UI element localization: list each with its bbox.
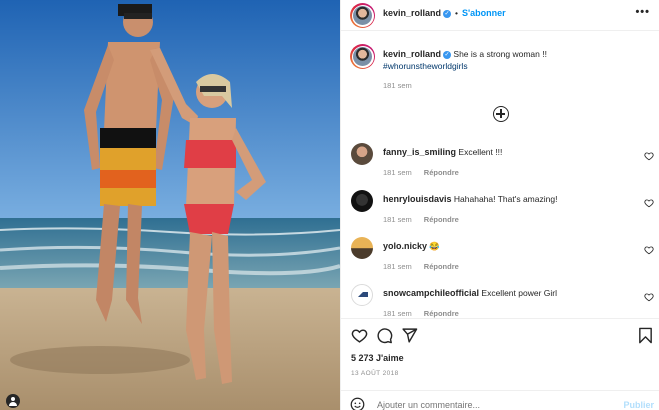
commenter-avatar[interactable] [351,237,373,259]
follow-button[interactable]: S'abonner [462,8,506,18]
reply-button[interactable]: Répondre [424,215,459,224]
post-photo[interactable] [0,0,340,410]
commenter-avatar[interactable] [351,190,373,212]
comment-text: 😂 [429,241,440,251]
commenter-username[interactable]: henrylouisdavis [383,194,452,204]
verified-badge-icon: ✓ [443,50,452,59]
comment-item: fanny_is_smiling Excellent !!! 181 sem Ré… [341,141,659,185]
comment-body: fanny_is_smiling Excellent !!! [383,147,633,157]
verified-badge-icon: ✓ [443,9,452,18]
post-date: 13 AOÛT 2018 [351,370,399,377]
commenter-username[interactable]: snowcampchileofficial [383,288,479,298]
caption-avatar[interactable] [350,44,375,69]
comment-text: Hahahaha! That's amazing! [453,194,558,204]
separator-dot: • [455,8,459,18]
comment-time: 181 sem [383,215,412,224]
comment-icon[interactable] [376,327,393,344]
caption-text: kevin_rolland ✓ She is a strong woman !! … [383,48,648,72]
reply-button[interactable]: Répondre [424,309,459,318]
post-header: kevin_rolland ✓ • S'abonner ••• [341,0,659,31]
bookmark-icon[interactable] [637,327,654,344]
commenter-avatar[interactable] [351,143,373,165]
comment-input[interactable] [377,400,597,410]
header-user-line: kevin_rolland ✓ • S'abonner [383,8,506,18]
comment-composer: Publier [341,390,659,410]
heart-icon[interactable] [644,292,654,302]
commenter-username[interactable]: fanny_is_smiling [383,147,456,157]
comment-meta: 181 sem Répondre [383,168,459,177]
publish-button[interactable]: Publier [623,400,654,410]
comment-meta: 181 sem Répondre [383,309,459,318]
heart-icon[interactable] [644,151,654,161]
comment-time: 181 sem [383,262,412,271]
comment-meta: 181 sem Répondre [383,215,459,224]
commenter-avatar[interactable] [351,284,373,306]
comment-item: yolo.nicky 😂 181 sem Répondre [341,235,659,279]
comment-body: henrylouisdavis Hahahaha! That's amazing… [383,194,633,204]
reply-button[interactable]: Répondre [424,168,459,177]
plus-circle-icon[interactable] [493,106,509,122]
comment-time: 181 sem [383,168,412,177]
comment-body: snowcampchileofficial Excellent power Gi… [383,288,633,298]
user-tag-icon[interactable] [6,394,20,408]
heart-icon[interactable] [644,245,654,255]
caption-body: She is a strong woman !! [453,49,547,59]
commenter-username[interactable]: yolo.nicky [383,241,427,251]
comment-time: 181 sem [383,309,412,318]
caption-hashtag[interactable]: #whorunstheworldgirls [383,60,648,72]
comment-item: henrylouisdavis Hahahaha! That's amazing… [341,188,659,232]
emoji-icon[interactable] [350,397,365,410]
more-options-icon[interactable]: ••• [635,6,650,18]
comment-meta: 181 sem Répondre [383,262,459,271]
heart-icon[interactable] [351,327,368,344]
likes-count[interactable]: 5 273 J'aime [351,353,404,363]
author-avatar[interactable] [350,3,375,28]
comment-body: yolo.nicky 😂 [383,241,633,252]
caption-time: 181 sem [383,81,412,90]
post-details-panel: kevin_rolland ✓ • S'abonner ••• kevin_rolla… [340,0,659,410]
post-actions: 5 273 J'aime 13 AOÛT 2018 [341,318,659,388]
reply-button[interactable]: Répondre [424,262,459,271]
comment-text: Excellent !!! [458,147,503,157]
share-icon[interactable] [401,327,418,344]
beach-photo-image [0,0,340,410]
heart-icon[interactable] [644,198,654,208]
caption-username[interactable]: kevin_rolland [383,49,441,59]
author-username[interactable]: kevin_rolland [383,8,441,18]
comment-text: Excellent power Girl [481,288,557,298]
